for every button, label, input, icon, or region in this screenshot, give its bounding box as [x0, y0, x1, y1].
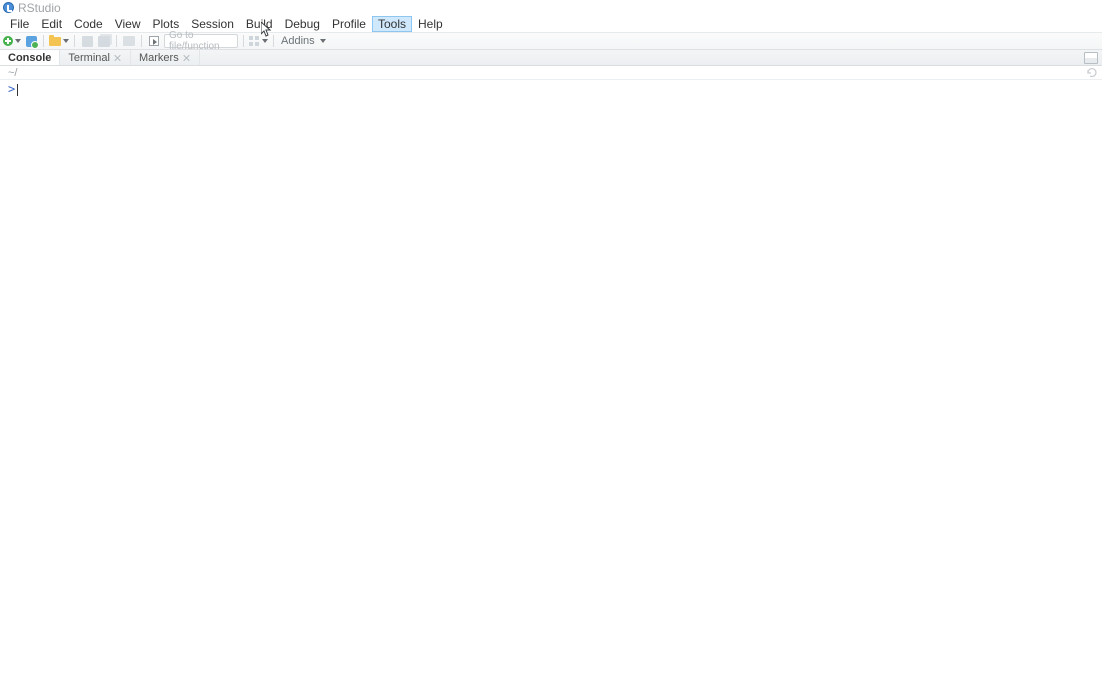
goto-placeholder: Go to file/function [169, 30, 233, 52]
chevron-down-icon [320, 39, 326, 43]
toolbar-separator [74, 35, 75, 47]
menu-edit[interactable]: Edit [35, 16, 68, 32]
tab-markers[interactable]: Markers [131, 50, 200, 65]
toolbar-separator [116, 35, 117, 47]
tab-label: Console [8, 52, 51, 64]
new-file-button[interactable] [3, 34, 21, 48]
console-output[interactable]: > [0, 80, 1102, 98]
close-icon[interactable] [114, 54, 122, 62]
save-all-button[interactable] [97, 34, 111, 48]
plus-circle-icon [3, 36, 13, 46]
text-cursor [17, 84, 18, 96]
save-button[interactable] [80, 34, 94, 48]
folder-icon [49, 37, 61, 46]
toolbar-separator [141, 35, 142, 47]
chevron-down-icon [262, 39, 268, 43]
grid-icon [249, 36, 260, 47]
tab-label: Markers [139, 52, 179, 64]
pane-layout-button[interactable] [1084, 52, 1098, 64]
save-icon [82, 36, 93, 47]
menu-debug[interactable]: Debug [279, 16, 326, 32]
window-title: RStudio [18, 1, 61, 15]
chevron-down-icon [63, 39, 69, 43]
menu-bar: File Edit Code View Plots Session Build … [0, 15, 1102, 32]
toolbar-separator [273, 35, 274, 47]
menu-profile[interactable]: Profile [326, 16, 372, 32]
new-project-icon [26, 36, 37, 47]
workspace-panes-button[interactable] [249, 34, 268, 48]
window-titlebar: RStudio [0, 0, 1102, 15]
print-icon [123, 36, 135, 46]
menu-help[interactable]: Help [412, 16, 449, 32]
console-path-row: ~/ [0, 66, 1102, 80]
menu-code[interactable]: Code [68, 16, 109, 32]
chevron-down-icon [15, 39, 21, 43]
new-project-button[interactable] [24, 34, 38, 48]
save-all-icon [98, 36, 110, 47]
menu-tools[interactable]: Tools [372, 16, 412, 32]
menu-build[interactable]: Build [240, 16, 279, 32]
tab-console[interactable]: Console [0, 50, 60, 65]
addins-label: Addins [281, 35, 315, 47]
goto-button[interactable] [147, 34, 161, 48]
console-prompt: > [8, 82, 15, 96]
pane-tab-strip: Console Terminal Markers [0, 50, 1102, 66]
clear-console-button[interactable] [1086, 67, 1098, 79]
goto-icon [149, 36, 159, 46]
tab-terminal[interactable]: Terminal [60, 50, 131, 65]
print-button[interactable] [122, 34, 136, 48]
tab-label: Terminal [68, 52, 110, 64]
menu-file[interactable]: File [4, 16, 35, 32]
close-icon[interactable] [183, 54, 191, 62]
console-working-directory: ~/ [8, 67, 17, 79]
app-icon [3, 2, 14, 13]
open-file-button[interactable] [49, 34, 69, 48]
toolbar-separator [243, 35, 244, 47]
addins-menu[interactable]: Addins [279, 35, 328, 47]
pane-tab-spacer [200, 50, 1084, 65]
toolbar-separator [43, 35, 44, 47]
main-toolbar: Go to file/function Addins [0, 32, 1102, 50]
goto-file-function-input[interactable]: Go to file/function [164, 34, 238, 48]
menu-view[interactable]: View [109, 16, 147, 32]
